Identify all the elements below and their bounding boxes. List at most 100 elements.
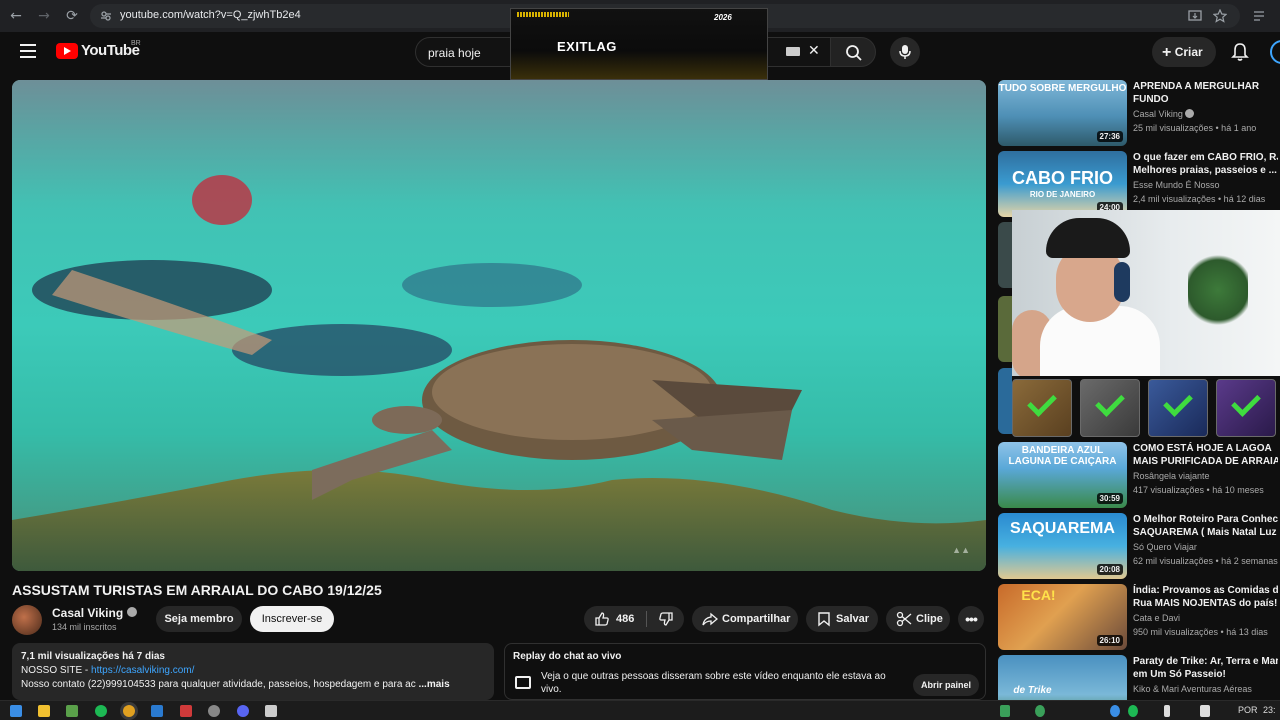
join-member-button[interactable]: Seja membro (156, 606, 242, 632)
chrome-icon[interactable] (123, 705, 135, 717)
headset (1114, 262, 1130, 302)
channel-avatar[interactable] (12, 605, 42, 635)
dislike-button[interactable] (648, 606, 684, 632)
clip-button[interactable]: Clipe (886, 606, 950, 632)
windows-taskbar: POR 23: (0, 700, 1280, 720)
recommendation-title[interactable]: O Melhor Roteiro Para Conhecer SAQUAREMA… (1133, 513, 1278, 539)
save-button[interactable]: Salvar (806, 606, 878, 632)
menu-icon[interactable] (20, 44, 36, 58)
tray-icon[interactable] (1128, 705, 1138, 717)
create-button[interactable]: + Criar (1152, 37, 1216, 67)
subscriber-count: 134 mil inscritos (52, 622, 117, 632)
account-avatar[interactable] (1270, 40, 1280, 64)
recommendation-title[interactable]: Índia: Provamos as Comidas de Rua MAIS N… (1133, 584, 1278, 610)
create-label: Criar (1174, 45, 1203, 59)
url-text: youtube.com/watch?v=Q_zjwhTb2e4 (120, 9, 301, 21)
reload-icon[interactable]: ⟳ (62, 6, 82, 26)
video-player[interactable]: ▲▲ (12, 80, 986, 571)
tray-icon[interactable] (1000, 705, 1010, 717)
video-description[interactable]: 7,1 mil visualizações há 7 dias NOSSO SI… (12, 643, 494, 700)
discord-icon[interactable] (237, 705, 249, 717)
recommendation-title[interactable]: COMO ESTÁ HOJE A LAGOA MAIS PURIFICADA D… (1133, 442, 1278, 468)
video-duration: 20:08 (1096, 564, 1123, 575)
voice-search-button[interactable] (890, 37, 920, 67)
app-icon[interactable] (180, 705, 192, 717)
open-chat-panel-button[interactable]: Abrir painel (913, 674, 979, 696)
thumbs-down-icon (659, 612, 673, 626)
description-contact-line: Nosso contato (22)999104533 para qualque… (21, 678, 485, 692)
verified-check-icon (127, 607, 137, 617)
scissors-icon (896, 611, 912, 627)
description-site-link[interactable]: https://casalviking.com/ (91, 665, 194, 676)
bookmark-star-icon[interactable] (1213, 9, 1227, 23)
recommendation-item[interactable]: de Trike Paraty de Trike: Ar, Terra e Ma… (998, 655, 1280, 700)
thumbs-up-icon (595, 612, 609, 626)
recommendation-thumbnail[interactable]: SAQUAREMA 20:08 (998, 513, 1127, 579)
xbox-icon[interactable] (66, 705, 78, 717)
keyboard-icon[interactable] (786, 47, 800, 56)
recommendation-title[interactable]: O que fazer em CABO FRIO, RJ Melhores pr… (1133, 151, 1278, 177)
title-line: Rua MAIS NOJENTAS do país! (1133, 598, 1278, 609)
recommendation-thumbnail-partial[interactable] (998, 222, 1012, 288)
speaker-icon[interactable] (1200, 705, 1210, 717)
app-icon[interactable] (265, 705, 277, 717)
share-icon (702, 612, 718, 626)
recommendation-channel[interactable]: Esse Mundo É Nosso (1133, 180, 1220, 190)
recommendation-item[interactable]: TUDO SOBRE MERGULHO 27:36 APRENDA A MERG… (998, 80, 1280, 146)
checkmark-icon (1163, 387, 1193, 417)
recommendation-item[interactable]: BANDEIRA AZUL LAGUNA DE CAIÇARA 30:59 CO… (998, 442, 1280, 508)
microphone-tray-icon[interactable] (1164, 705, 1170, 717)
more-actions-button[interactable]: ••• (958, 606, 984, 632)
recommendation-channel[interactable]: Cata e Davi (1133, 613, 1180, 623)
site-info-icon[interactable] (100, 10, 112, 22)
notifications-bell-icon[interactable] (1230, 42, 1250, 62)
checkmark-icon (1027, 387, 1057, 417)
youtube-logo[interactable]: YouTube BR (56, 40, 141, 59)
like-button[interactable]: 486 (584, 606, 646, 632)
windows-start-icon[interactable] (10, 705, 22, 717)
file-explorer-icon[interactable] (38, 705, 50, 717)
recommendation-channel[interactable]: Rosângela viajante (1133, 471, 1210, 481)
tray-icon[interactable] (1110, 705, 1120, 717)
title-line: O Melhor Roteiro Para Conhecer (1133, 514, 1278, 525)
reading-list-icon[interactable] (1252, 9, 1266, 23)
subscribe-button[interactable]: Inscrever-se (250, 606, 334, 632)
recommendation-thumbnail[interactable]: BANDEIRA AZUL LAGUNA DE CAIÇARA 30:59 (998, 442, 1127, 508)
recommendation-channel[interactable]: Só Quero Viajar (1133, 542, 1197, 552)
recommendation-title[interactable]: APRENDA A MERGULHAR FUNDO (1133, 80, 1278, 106)
input-language[interactable]: POR (1238, 705, 1258, 715)
recommendation-thumbnail[interactable]: CABO FRIO RIO DE JANEIRO 24:00 (998, 151, 1127, 217)
app-icon[interactable] (151, 705, 163, 717)
arrow-left-icon[interactable]: ← (6, 6, 26, 26)
recommendation-thumbnail[interactable]: de Trike (998, 655, 1127, 700)
plus-icon: + (1162, 44, 1172, 61)
obs-icon[interactable] (208, 705, 220, 717)
background-plant (1188, 250, 1248, 330)
recommendation-views: 25 mil visualizações • há 1 ano (1133, 123, 1257, 133)
recommendation-title[interactable]: Paraty de Trike: Ar, Terra e Mar em Um S… (1133, 655, 1278, 681)
thumbnail-subtext: RIO DE JANEIRO (1029, 190, 1096, 199)
recommendation-channel[interactable]: Kiko & Mari Aventuras Aéreas (1133, 684, 1252, 694)
recommendation-thumbnail[interactable]: TUDO SOBRE MERGULHO 27:36 (998, 80, 1127, 146)
recommendation-item[interactable]: SAQUAREMA 20:08 O Melhor Roteiro Para Co… (998, 513, 1280, 579)
arrow-right-icon[interactable]: → (34, 6, 54, 26)
spotify-icon[interactable] (95, 705, 107, 717)
save-label: Salvar (836, 613, 870, 625)
chat-replay-text: Veja o que outras pessoas disseram sobre… (541, 671, 886, 695)
recommendation-channel[interactable]: Casal Viking (1133, 109, 1195, 119)
tray-icon[interactable] (1035, 705, 1045, 717)
recommendation-thumbnail[interactable]: ECA! 26:10 (998, 584, 1127, 650)
thumbnail-text: de Trike (1013, 685, 1052, 696)
search-button[interactable] (830, 37, 876, 67)
recommendation-thumbnail-partial[interactable] (998, 296, 1012, 362)
recommendation-item[interactable]: CABO FRIO RIO DE JANEIRO 24:00 O que faz… (998, 151, 1280, 217)
recommendation-thumbnail-partial[interactable] (998, 368, 1012, 434)
clock[interactable]: 23: (1263, 705, 1276, 715)
clear-search-icon[interactable]: ✕ (808, 42, 820, 59)
title-line: MAIS PURIFICADA DE ARRAIA (1133, 456, 1278, 467)
recommendation-item[interactable]: ECA! 26:10 Índia: Provamos as Comidas de… (998, 584, 1280, 650)
description-more-button[interactable]: ...mais (419, 679, 450, 690)
install-app-icon[interactable] (1188, 9, 1202, 23)
channel-name[interactable]: Casal Viking (52, 606, 123, 620)
share-button[interactable]: Compartilhar (692, 606, 798, 632)
